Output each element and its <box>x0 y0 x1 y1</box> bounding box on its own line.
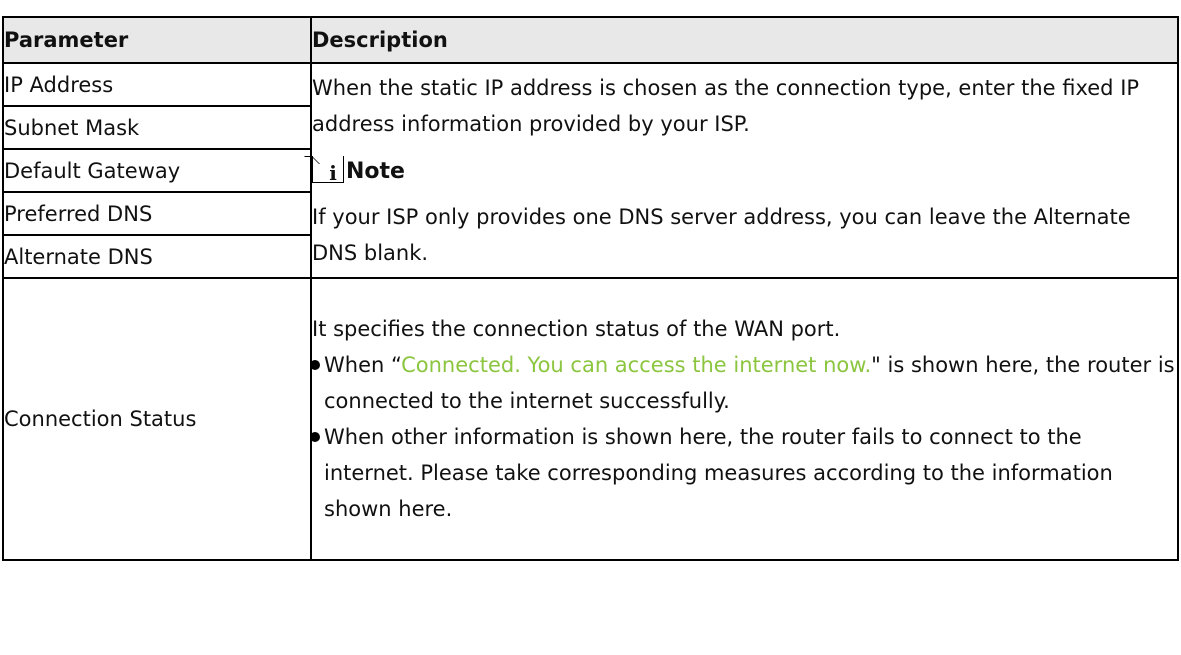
param-ip-address: IP Address <box>2 62 312 107</box>
bullet-dot-icon <box>310 360 320 370</box>
bullet-dot-icon <box>310 432 320 442</box>
table-row: Connection Status It specifies the conne… <box>2 277 1179 561</box>
header-parameter: Parameter <box>2 16 312 64</box>
list-item: When “Connected. You can access the inte… <box>310 347 1177 419</box>
table-header-row: Parameter Description <box>2 16 1179 64</box>
param-alternate-dns: Alternate DNS <box>2 234 312 279</box>
static-ip-description-cell: When the static IP address is chosen as … <box>310 62 1179 279</box>
param-subnet-mask: Subnet Mask <box>2 105 312 150</box>
note-label: Note <box>346 159 405 184</box>
connection-status-description-cell: It specifies the connection status of th… <box>310 277 1179 561</box>
status-bullet-list: When “Connected. You can access the inte… <box>310 347 1177 527</box>
header-description: Description <box>310 16 1179 64</box>
status-intro: It specifies the connection status of th… <box>312 317 841 341</box>
param-preferred-dns: Preferred DNS <box>2 191 312 236</box>
param-connection-status: Connection Status <box>2 277 312 561</box>
info-note-icon: i <box>312 156 344 185</box>
param-default-gateway: Default Gateway <box>2 148 312 193</box>
list-item: When other information is shown here, th… <box>310 419 1177 527</box>
connected-message: Connected. You can access the internet n… <box>401 353 872 377</box>
note-text: If your ISP only provides one DNS server… <box>312 205 1131 265</box>
note-icon-letter: i <box>329 161 337 185</box>
static-ip-description: When the static IP address is chosen as … <box>312 76 1140 136</box>
parameter-table: Parameter Description IP Address When th… <box>2 16 1179 561</box>
note-heading: i Note <box>312 156 1177 185</box>
table-row: IP Address When the static IP address is… <box>2 62 1179 279</box>
bullet2-text: When other information is shown here, th… <box>324 425 1113 521</box>
bullet1-prefix: When “ <box>324 353 402 377</box>
